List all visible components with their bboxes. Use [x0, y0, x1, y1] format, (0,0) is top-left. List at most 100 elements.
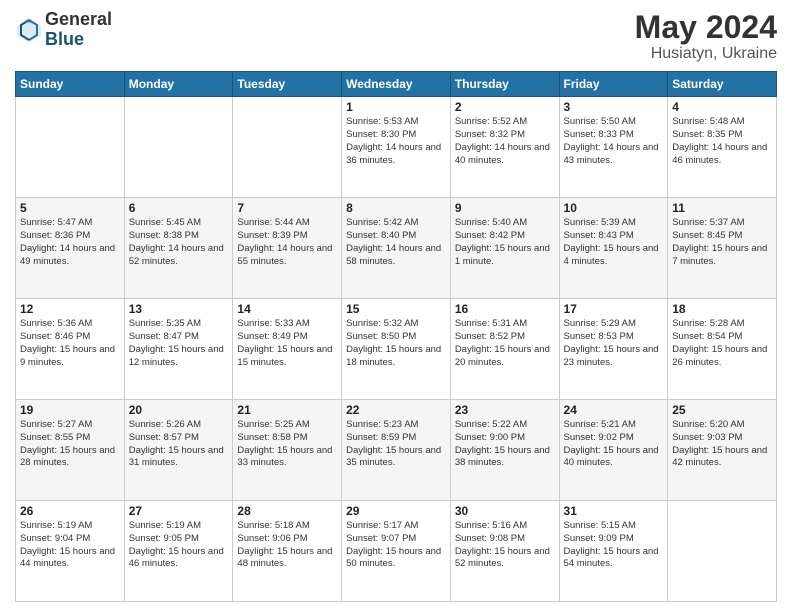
day-cell: 3Sunrise: 5:50 AM Sunset: 8:33 PM Daylig… — [559, 97, 668, 198]
day-cell — [124, 97, 233, 198]
week-row-1: 5Sunrise: 5:47 AM Sunset: 8:36 PM Daylig… — [16, 198, 777, 299]
day-number: 15 — [346, 302, 446, 316]
day-info: Sunrise: 5:28 AM Sunset: 8:54 PM Dayligh… — [672, 318, 772, 369]
logo-general-text: General — [45, 10, 112, 30]
logo-text: General Blue — [45, 10, 112, 50]
day-info: Sunrise: 5:17 AM Sunset: 9:07 PM Dayligh… — [346, 520, 446, 571]
day-info: Sunrise: 5:32 AM Sunset: 8:50 PM Dayligh… — [346, 318, 446, 369]
logo-blue-text: Blue — [45, 30, 112, 50]
day-info: Sunrise: 5:20 AM Sunset: 9:03 PM Dayligh… — [672, 419, 772, 470]
month-title: May 2024 — [635, 10, 777, 45]
day-info: Sunrise: 5:37 AM Sunset: 8:45 PM Dayligh… — [672, 217, 772, 268]
day-cell: 31 Sunrise: 5:15 AM Sunset: 9:09 PM Dayli… — [559, 501, 668, 602]
day-number: 23 — [455, 403, 555, 417]
day-cell: 30Sunrise: 5:16 AM Sunset: 9:08 PM Dayli… — [450, 501, 559, 602]
day-info: Sunrise: 5:15 AM Sunset: 9:09 PM Dayligh… — [564, 520, 664, 571]
day-info: Sunrise: 5:21 AM Sunset: 9:02 PM Dayligh… — [564, 419, 664, 470]
week-row-2: 12 Sunrise: 5:36 AM Sunset: 8:46 PM Dayli… — [16, 299, 777, 400]
day-info: Sunrise: 5:27 AM Sunset: 8:55 PM Dayligh… — [20, 419, 120, 470]
day-info: Sunrise: 5:33 AM Sunset: 8:49 PM Dayligh… — [237, 318, 337, 369]
week-row-0: 1 Sunrise: 5:53 AM Sunset: 8:30 PM Daylig… — [16, 97, 777, 198]
day-info: Sunrise: 5:18 AM Sunset: 9:06 PM Dayligh… — [237, 520, 337, 571]
day-cell: 22Sunrise: 5:23 AM Sunset: 8:59 PM Dayli… — [342, 400, 451, 501]
day-info: Sunrise: 5:42 AM Sunset: 8:40 PM Dayligh… — [346, 217, 446, 268]
day-number: 6 — [129, 201, 229, 215]
day-info: Sunrise: 5:44 AM Sunset: 8:39 PM Dayligh… — [237, 217, 337, 268]
day-cell: 5Sunrise: 5:47 AM Sunset: 8:36 PM Daylig… — [16, 198, 125, 299]
day-cell: 28 Sunrise: 5:18 AM Sunset: 9:06 PM Dayli… — [233, 501, 342, 602]
day-header-tuesday: Tuesday — [233, 72, 342, 97]
day-cell: 26 Sunrise: 5:19 AM Sunset: 9:04 PM Dayli… — [16, 501, 125, 602]
day-cell — [668, 501, 777, 602]
day-number: 25 — [672, 403, 772, 417]
day-info: Sunrise: 5:19 AM Sunset: 9:05 PM Dayligh… — [129, 520, 229, 571]
day-cell: 19 Sunrise: 5:27 AM Sunset: 8:55 PM Dayli… — [16, 400, 125, 501]
day-number: 5 — [20, 201, 120, 215]
day-number: 28 — [237, 504, 337, 518]
day-cell: 24 Sunrise: 5:21 AM Sunset: 9:02 PM Dayli… — [559, 400, 668, 501]
day-number: 3 — [564, 100, 664, 114]
day-cell: 21 Sunrise: 5:25 AM Sunset: 8:58 PM Dayli… — [233, 400, 342, 501]
day-info: Sunrise: 5:23 AM Sunset: 8:59 PM Dayligh… — [346, 419, 446, 470]
day-number: 4 — [672, 100, 772, 114]
day-info: Sunrise: 5:36 AM Sunset: 8:46 PM Dayligh… — [20, 318, 120, 369]
day-number: 20 — [129, 403, 229, 417]
day-number: 24 — [564, 403, 664, 417]
day-info: Sunrise: 5:35 AM Sunset: 8:47 PM Dayligh… — [129, 318, 229, 369]
day-info: Sunrise: 5:31 AM Sunset: 8:52 PM Dayligh… — [455, 318, 555, 369]
day-cell: 16Sunrise: 5:31 AM Sunset: 8:52 PM Dayli… — [450, 299, 559, 400]
day-info: Sunrise: 5:53 AM Sunset: 8:30 PM Dayligh… — [346, 116, 446, 167]
day-cell: 4 Sunrise: 5:48 AM Sunset: 8:35 PM Daylig… — [668, 97, 777, 198]
day-number: 2 — [455, 100, 555, 114]
day-number: 18 — [672, 302, 772, 316]
day-info: Sunrise: 5:16 AM Sunset: 9:08 PM Dayligh… — [455, 520, 555, 571]
day-number: 11 — [672, 201, 772, 215]
day-cell: 25 Sunrise: 5:20 AM Sunset: 9:03 PM Dayli… — [668, 400, 777, 501]
day-cell: 14 Sunrise: 5:33 AM Sunset: 8:49 PM Dayli… — [233, 299, 342, 400]
day-info: Sunrise: 5:19 AM Sunset: 9:04 PM Dayligh… — [20, 520, 120, 571]
day-number: 27 — [129, 504, 229, 518]
day-cell: 23Sunrise: 5:22 AM Sunset: 9:00 PM Dayli… — [450, 400, 559, 501]
day-number: 10 — [564, 201, 664, 215]
day-number: 29 — [346, 504, 446, 518]
day-number: 19 — [20, 403, 120, 417]
calendar-table: SundayMondayTuesdayWednesdayThursdayFrid… — [15, 71, 777, 602]
day-number: 13 — [129, 302, 229, 316]
day-number: 12 — [20, 302, 120, 316]
day-number: 1 — [346, 100, 446, 114]
location: Husiatyn, Ukraine — [635, 45, 777, 63]
day-cell: 29 Sunrise: 5:17 AM Sunset: 9:07 PM Dayli… — [342, 501, 451, 602]
day-number: 9 — [455, 201, 555, 215]
day-number: 14 — [237, 302, 337, 316]
day-info: Sunrise: 5:45 AM Sunset: 8:38 PM Dayligh… — [129, 217, 229, 268]
day-number: 31 — [564, 504, 664, 518]
day-cell — [233, 97, 342, 198]
day-number: 26 — [20, 504, 120, 518]
calendar-header-row: SundayMondayTuesdayWednesdayThursdayFrid… — [16, 72, 777, 97]
day-cell: 6 Sunrise: 5:45 AM Sunset: 8:38 PM Daylig… — [124, 198, 233, 299]
day-cell: 15 Sunrise: 5:32 AM Sunset: 8:50 PM Dayli… — [342, 299, 451, 400]
day-number: 7 — [237, 201, 337, 215]
week-row-3: 19 Sunrise: 5:27 AM Sunset: 8:55 PM Dayli… — [16, 400, 777, 501]
logo-icon — [15, 16, 43, 44]
calendar: SundayMondayTuesdayWednesdayThursdayFrid… — [15, 71, 777, 602]
day-number: 21 — [237, 403, 337, 417]
day-cell: 17Sunrise: 5:29 AM Sunset: 8:53 PM Dayli… — [559, 299, 668, 400]
day-number: 8 — [346, 201, 446, 215]
day-cell: 20Sunrise: 5:26 AM Sunset: 8:57 PM Dayli… — [124, 400, 233, 501]
day-info: Sunrise: 5:39 AM Sunset: 8:43 PM Dayligh… — [564, 217, 664, 268]
day-header-wednesday: Wednesday — [342, 72, 451, 97]
day-header-thursday: Thursday — [450, 72, 559, 97]
day-info: Sunrise: 5:25 AM Sunset: 8:58 PM Dayligh… — [237, 419, 337, 470]
week-row-4: 26 Sunrise: 5:19 AM Sunset: 9:04 PM Dayli… — [16, 501, 777, 602]
day-cell: 1 Sunrise: 5:53 AM Sunset: 8:30 PM Daylig… — [342, 97, 451, 198]
day-cell: 8 Sunrise: 5:42 AM Sunset: 8:40 PM Daylig… — [342, 198, 451, 299]
day-number: 17 — [564, 302, 664, 316]
day-info: Sunrise: 5:48 AM Sunset: 8:35 PM Dayligh… — [672, 116, 772, 167]
logo: General Blue — [15, 10, 112, 50]
day-cell: 11 Sunrise: 5:37 AM Sunset: 8:45 PM Dayli… — [668, 198, 777, 299]
day-cell: 13 Sunrise: 5:35 AM Sunset: 8:47 PM Dayli… — [124, 299, 233, 400]
day-cell: 18 Sunrise: 5:28 AM Sunset: 8:54 PM Dayli… — [668, 299, 777, 400]
page: General Blue May 2024 Husiatyn, Ukraine … — [0, 0, 792, 612]
day-cell: 2Sunrise: 5:52 AM Sunset: 8:32 PM Daylig… — [450, 97, 559, 198]
